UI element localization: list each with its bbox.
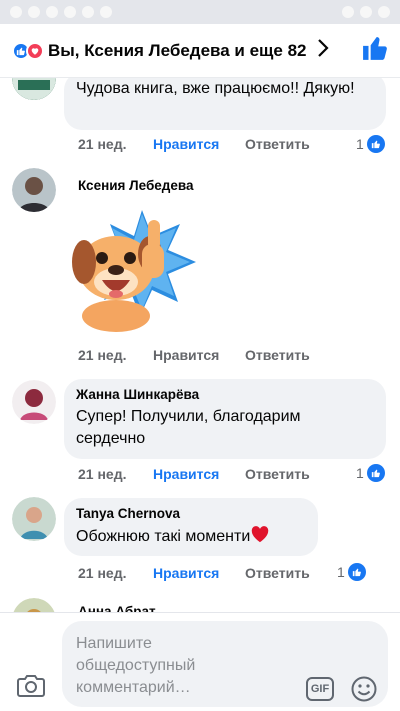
reaction-count-number: 1 (337, 564, 345, 580)
avatar[interactable] (12, 78, 56, 100)
reactions-header[interactable]: Вы, Ксения Лебедева и еще 82 (0, 24, 400, 78)
comment-input[interactable]: Напишите общедоступный комментарий… GIF (62, 621, 388, 707)
comment-text: Чудова книга, вже працюємо!! Дякую! (76, 80, 355, 97)
reaction-count-number: 1 (356, 465, 364, 481)
puppy-sticker (64, 204, 200, 336)
status-icons-left (10, 6, 112, 18)
reaction-count[interactable]: 1 (356, 135, 385, 153)
like-button[interactable]: Нравится (153, 565, 245, 581)
status-icons-right (342, 6, 390, 18)
avatar[interactable] (12, 168, 56, 212)
reaction-icons (12, 41, 44, 60)
comment-text: Обожнюю такі моменти (76, 525, 306, 550)
camera-icon[interactable] (16, 673, 46, 704)
emoji-icon[interactable] (350, 675, 378, 708)
like-reaction-icon (366, 464, 385, 482)
comment-bubble: Чудова книга, вже працюємо!! Дякую! (64, 78, 386, 130)
comment-actions: 21 нед. Нравится Ответить (78, 347, 310, 363)
red-heart-emoji (250, 525, 270, 550)
comment-time: 21 нед. (78, 347, 127, 363)
like-button[interactable]: Нравится (153, 347, 245, 363)
comment-author[interactable]: Жанна Шинкарёва (76, 387, 374, 402)
comment-composer-bar: Напишите общедоступный комментарий… GIF (0, 612, 400, 711)
reply-button[interactable]: Ответить (245, 347, 310, 363)
like-reaction-icon (366, 135, 385, 153)
reactions-summary-title[interactable]: Вы, Ксения Лебедева и еще 82 (48, 41, 307, 61)
comment-time: 21 нед. (78, 565, 127, 581)
reaction-count[interactable]: 1 (356, 464, 385, 482)
comment-actions: 21 нед. Нравится Ответить (78, 136, 310, 152)
avatar[interactable] (12, 497, 56, 541)
comment-actions: 21 нед. Нравится Ответить (78, 466, 310, 482)
comment-text: Супер! Получили, благодарим сердечно (76, 408, 301, 447)
reply-button[interactable]: Ответить (245, 466, 310, 482)
comments-feed[interactable]: Чудова книга, вже працюємо!! Дякую! 21 н… (0, 78, 400, 618)
reply-button[interactable]: Ответить (245, 565, 310, 581)
comment-author[interactable]: Ксения Лебедева (78, 178, 194, 193)
like-button[interactable]: Нравится (153, 136, 245, 152)
comment-actions: 21 нед. Нравится Ответить (78, 565, 310, 581)
avatar[interactable] (12, 380, 56, 424)
reply-button[interactable]: Ответить (245, 136, 310, 152)
comment-time: 21 нед. (78, 136, 127, 152)
gif-icon[interactable]: GIF (306, 677, 334, 701)
like-reaction-icon (347, 563, 366, 581)
reaction-count-number: 1 (356, 136, 364, 152)
thumbs-up-icon[interactable] (362, 35, 388, 66)
like-button[interactable]: Нравится (153, 466, 245, 482)
comment-time: 21 нед. (78, 466, 127, 482)
comment-input-placeholder: Напишите общедоступный комментарий… (76, 635, 196, 696)
status-bar (0, 0, 400, 24)
comment-bubble: Tanya Chernova Обожнюю такі моменти (64, 498, 318, 556)
chevron-right-icon[interactable] (317, 38, 329, 63)
comment-author[interactable]: Tanya Chernova (76, 506, 306, 521)
comment-bubble: Жанна Шинкарёва Супер! Получили, благода… (64, 379, 386, 459)
reaction-count[interactable]: 1 (337, 563, 366, 581)
comment-text-content: Обожнюю такі моменти (76, 528, 251, 545)
love-reaction-icon (26, 41, 44, 60)
